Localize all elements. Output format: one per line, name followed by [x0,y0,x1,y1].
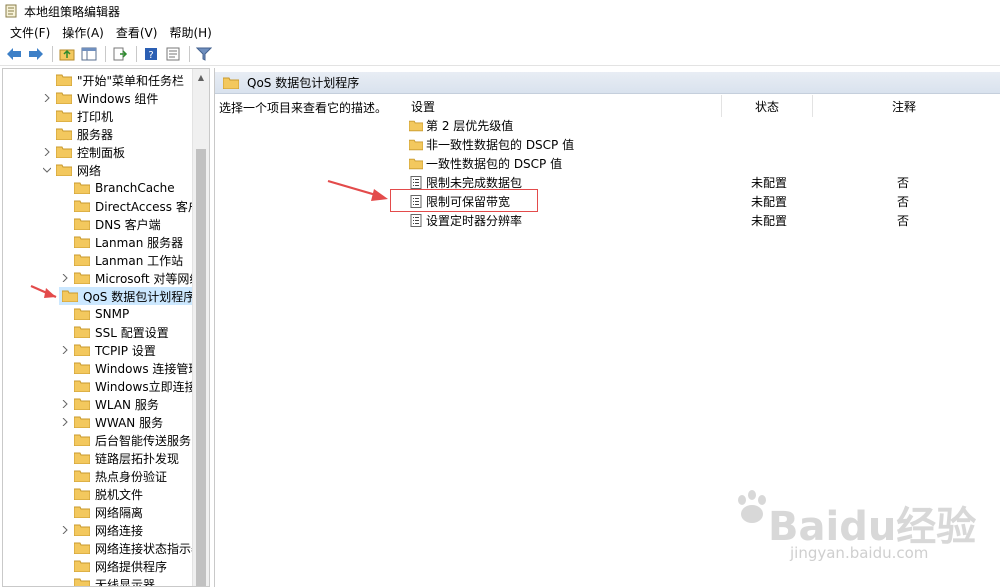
annotation-arrow-list [327,179,388,201]
watermark: Baidu经验 jingyan.baidu.com [738,478,980,568]
baidu-paw-icon [738,490,766,523]
watermark-url: jingyan.baidu.com [790,544,929,562]
annotation-arrow-tree [30,284,57,299]
